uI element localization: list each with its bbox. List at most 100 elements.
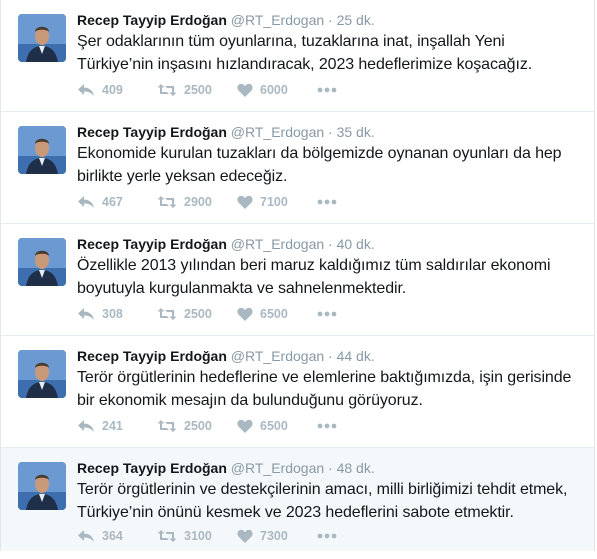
more-button[interactable]	[317, 423, 337, 429]
avatar-photo-icon	[18, 350, 66, 398]
like-count: 6500	[260, 307, 288, 321]
like-button[interactable]: 6000	[237, 83, 317, 97]
more-button[interactable]	[317, 533, 337, 539]
tweet-timestamp[interactable]: 35 dk.	[337, 124, 375, 140]
retweet-button[interactable]: 2500	[157, 419, 237, 433]
tweet-content: Recep Tayyip Erdoğan @RT_Erdogan · 44 dk…	[77, 346, 582, 412]
reply-button[interactable]: 409	[77, 83, 157, 97]
like-button[interactable]: 6500	[237, 419, 317, 433]
tweet-text-line: Şer odaklarının tüm oyunlarına, tuzaklar…	[77, 33, 505, 50]
reply-count: 241	[102, 419, 123, 433]
retweet-count: 2500	[184, 419, 212, 433]
tweet-header: Recep Tayyip Erdoğan @RT_Erdogan · 48 dk…	[77, 458, 582, 478]
like-button[interactable]: 7300	[237, 529, 317, 543]
header-separator: ·	[328, 348, 333, 364]
retweet-button[interactable]: 2900	[157, 195, 237, 209]
retweet-count: 2900	[184, 195, 212, 209]
tweet-actions: 409 2500 6000	[77, 83, 337, 97]
tweet-timeline: Recep Tayyip Erdoğan @RT_Erdogan · 25 dk…	[0, 0, 595, 551]
tweet-item[interactable]: Recep Tayyip Erdoğan @RT_Erdogan · 35 dk…	[1, 112, 594, 224]
tweet-content: Recep Tayyip Erdoğan @RT_Erdogan · 40 dk…	[77, 234, 582, 300]
more-dots-icon	[317, 311, 337, 317]
reply-count: 308	[102, 307, 123, 321]
retweet-icon	[157, 420, 177, 432]
like-count: 6000	[260, 83, 288, 97]
retweet-icon	[157, 196, 177, 208]
tweet-actions: 308 2500 6500	[77, 307, 337, 321]
avatar[interactable]	[18, 14, 66, 62]
tweet-text: Ekonomide kurulan tuzakları da bölgemizd…	[77, 143, 582, 188]
author-fullname[interactable]: Recep Tayyip Erdoğan	[77, 460, 227, 476]
author-fullname[interactable]: Recep Tayyip Erdoğan	[77, 12, 227, 28]
header-separator: ·	[328, 124, 333, 140]
avatar-photo-icon	[18, 238, 66, 286]
tweet-text-line: Terör örgütlerinin hedeflerine ve elemle…	[77, 369, 572, 386]
author-username[interactable]: @RT_Erdogan	[231, 348, 324, 364]
retweet-icon	[157, 308, 177, 320]
avatar[interactable]	[18, 238, 66, 286]
retweet-icon	[157, 84, 177, 96]
retweet-button[interactable]: 2500	[157, 307, 237, 321]
tweet-content: Recep Tayyip Erdoğan @RT_Erdogan · 48 dk…	[77, 458, 582, 524]
tweet-text-line: Özellikle 2013 yılından beri maruz kaldı…	[77, 257, 551, 274]
more-dots-icon	[317, 533, 337, 539]
tweet-item[interactable]: Recep Tayyip Erdoğan @RT_Erdogan · 48 dk…	[1, 448, 594, 551]
author-username[interactable]: @RT_Erdogan	[231, 12, 324, 28]
tweet-timestamp[interactable]: 48 dk.	[337, 460, 375, 476]
tweet-text: Şer odaklarının tüm oyunlarına, tuzaklar…	[77, 31, 582, 76]
avatar[interactable]	[18, 126, 66, 174]
reply-button[interactable]: 308	[77, 307, 157, 321]
reply-button[interactable]: 241	[77, 419, 157, 433]
tweet-header: Recep Tayyip Erdoğan @RT_Erdogan · 25 dk…	[77, 10, 582, 30]
tweet-actions: 467 2900 7100	[77, 195, 337, 209]
reply-button[interactable]: 364	[77, 529, 157, 543]
author-username[interactable]: @RT_Erdogan	[231, 124, 324, 140]
tweet-text-line: Türkiye’nin inşasını hızlandıracak, 2023…	[77, 55, 533, 73]
retweet-count: 2500	[184, 83, 212, 97]
heart-icon	[237, 529, 253, 543]
like-count: 7300	[260, 529, 288, 543]
header-separator: ·	[328, 236, 333, 252]
like-button[interactable]: 6500	[237, 307, 317, 321]
heart-icon	[237, 195, 253, 209]
author-fullname[interactable]: Recep Tayyip Erdoğan	[77, 236, 227, 252]
retweet-button[interactable]: 3100	[157, 529, 237, 543]
reply-arrow-icon	[78, 420, 94, 432]
avatar[interactable]	[18, 350, 66, 398]
tweet-item[interactable]: Recep Tayyip Erdoğan @RT_Erdogan · 25 dk…	[1, 0, 594, 112]
tweet-text: Terör örgütlerinin hedeflerine ve elemle…	[77, 367, 582, 412]
tweet-text-line: bir ekonomik mesajın da bulunduğunu görü…	[77, 391, 423, 409]
tweet-timestamp[interactable]: 40 dk.	[337, 236, 375, 252]
author-username[interactable]: @RT_Erdogan	[231, 236, 324, 252]
more-button[interactable]	[317, 311, 337, 317]
tweet-text-line: Türkiye’nin önünü kesmek ve 2023 hedefle…	[77, 503, 514, 521]
avatar[interactable]	[18, 462, 66, 510]
tweet-text-line: birlikte yerle yeksan edeceğiz.	[77, 167, 288, 185]
like-button[interactable]: 7100	[237, 195, 317, 209]
tweet-item[interactable]: Recep Tayyip Erdoğan @RT_Erdogan · 40 dk…	[1, 224, 594, 336]
retweet-button[interactable]: 2500	[157, 83, 237, 97]
tweet-timestamp[interactable]: 25 dk.	[337, 12, 375, 28]
avatar-photo-icon	[18, 126, 66, 174]
tweet-actions: 241 2500 6500	[77, 419, 337, 433]
retweet-count: 3100	[184, 529, 212, 543]
more-button[interactable]	[317, 199, 337, 205]
like-count: 6500	[260, 419, 288, 433]
tweet-text-line: Ekonomide kurulan tuzakları da bölgemizd…	[77, 145, 562, 162]
retweet-icon	[157, 530, 177, 542]
heart-icon	[237, 83, 253, 97]
author-username[interactable]: @RT_Erdogan	[231, 460, 324, 476]
reply-arrow-icon	[78, 530, 94, 542]
header-separator: ·	[328, 12, 333, 28]
tweet-timestamp[interactable]: 44 dk.	[337, 348, 375, 364]
tweet-item[interactable]: Recep Tayyip Erdoğan @RT_Erdogan · 44 dk…	[1, 336, 594, 448]
author-fullname[interactable]: Recep Tayyip Erdoğan	[77, 348, 227, 364]
reply-arrow-icon	[78, 84, 94, 96]
author-fullname[interactable]: Recep Tayyip Erdoğan	[77, 124, 227, 140]
reply-button[interactable]: 467	[77, 195, 157, 209]
more-button[interactable]	[317, 87, 337, 93]
tweet-text-line: boyutuyla kurgulanmakta ve sahnelenmekte…	[77, 279, 407, 297]
tweet-actions: 364 3100 7300	[77, 529, 337, 543]
more-dots-icon	[317, 87, 337, 93]
retweet-count: 2500	[184, 307, 212, 321]
